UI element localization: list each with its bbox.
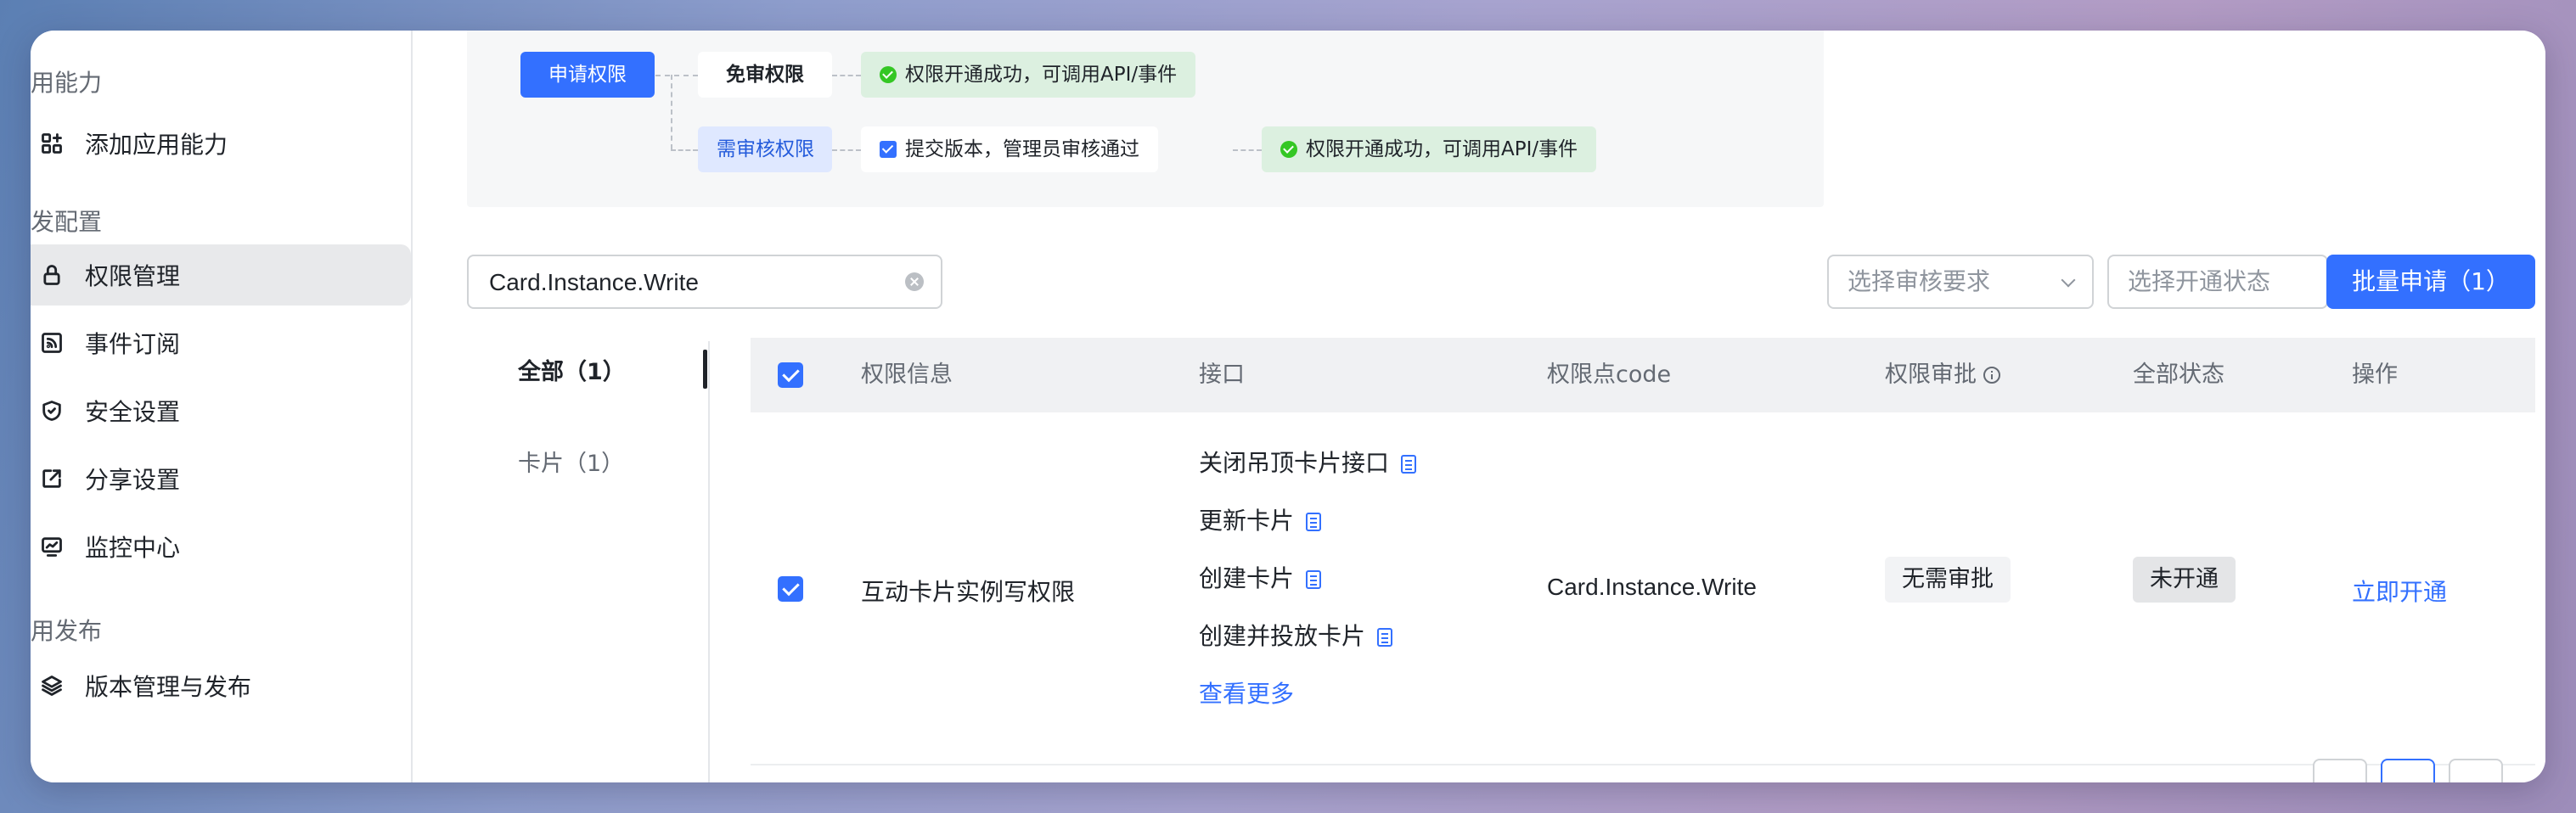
sidebar-item-event-subscription[interactable]: 事件订阅	[31, 312, 411, 373]
sidebar-item-label: 事件订阅	[85, 330, 181, 358]
sidebar-item-security[interactable]: 安全设置	[31, 380, 411, 441]
select-all-checkbox[interactable]	[778, 362, 803, 388]
flow-connector	[655, 75, 698, 76]
doc-icon[interactable]	[1306, 513, 1322, 531]
sidebar: 用能力 添加应用能力 发配置 权限管理 事件订阅 安全设置 分享设置 监控中心 …	[31, 31, 413, 782]
pagination-next[interactable]	[2449, 759, 2503, 782]
sidebar-item-monitoring[interactable]: 监控中心	[31, 516, 411, 577]
flow-connector	[671, 75, 672, 149]
search-input[interactable]	[487, 256, 890, 309]
flow-success-text: 权限开通成功，可调用API/事件	[905, 64, 1178, 86]
api-item: 创建并投放卡片	[1199, 618, 1393, 652]
permission-flow-diagram: 申请权限 免审权限 权限开通成功，可调用API/事件 需审核权限 提交版本，管理…	[467, 31, 1824, 207]
permission-name: 互动卡片实例写权限	[861, 578, 1076, 606]
sidebar-item-permissions[interactable]: 权限管理	[31, 244, 411, 306]
api-name: 关闭吊顶卡片接口	[1199, 449, 1390, 477]
sidebar-item-version-release[interactable]: 版本管理与发布	[31, 655, 411, 716]
category-active-indicator	[703, 350, 707, 389]
approval-tag: 无需审批	[1885, 557, 2011, 603]
api-item: 创建卡片	[1199, 560, 1322, 594]
status-select[interactable]: 选择开通状态	[2107, 255, 2328, 309]
flow-connector	[1233, 149, 1262, 151]
batch-apply-button[interactable]: 批量申请（1）	[2326, 255, 2535, 309]
category-all[interactable]: 全部（1）	[518, 353, 626, 386]
doc-icon[interactable]	[1401, 455, 1417, 474]
column-header-approval: 权限审批	[1885, 338, 2000, 412]
activate-now-link[interactable]: 立即开通	[2352, 574, 2447, 608]
checkbox-icon	[880, 141, 897, 158]
sidebar-item-label: 监控中心	[85, 534, 181, 562]
search-box	[467, 255, 942, 309]
main-content: 申请权限 免审权限 权限开通成功，可调用API/事件 需审核权限 提交版本，管理…	[440, 31, 2545, 782]
api-name: 创建卡片	[1199, 564, 1295, 592]
sidebar-item-label: 权限管理	[85, 262, 181, 290]
api-name: 创建并投放卡片	[1199, 622, 1366, 650]
sidebar-item-label: 安全设置	[85, 398, 181, 426]
column-header-permission-info: 权限信息	[861, 362, 953, 388]
category-card[interactable]: 卡片（1）	[518, 445, 624, 478]
flow-node-need-review: 需审核权限	[698, 126, 832, 172]
check-circle-icon	[880, 66, 897, 83]
select-placeholder: 选择开通状态	[2128, 267, 2271, 295]
flow-node-no-review: 免审权限	[698, 52, 832, 98]
select-placeholder: 选择审核要求	[1848, 267, 1991, 295]
pagination-prev[interactable]	[2313, 759, 2367, 782]
flow-node-success-1: 权限开通成功，可调用API/事件	[861, 52, 1196, 98]
permission-code: Card.Instance.Write	[1547, 574, 1757, 600]
clear-icon[interactable]	[905, 272, 924, 291]
app-grid-plus-icon	[39, 131, 65, 156]
rss-icon	[39, 330, 65, 356]
sidebar-item-label: 添加应用能力	[85, 131, 228, 159]
flow-connector	[832, 75, 861, 76]
sidebar-group-capabilities: 用能力	[31, 69, 103, 97]
lock-icon	[39, 262, 65, 288]
column-header-code: 权限点code	[1547, 362, 1672, 388]
app-window: 用能力 添加应用能力 发配置 权限管理 事件订阅 安全设置 分享设置 监控中心 …	[31, 31, 2545, 782]
sidebar-item-label: 分享设置	[85, 466, 181, 494]
share-external-icon	[39, 466, 65, 491]
review-requirement-select[interactable]: 选择审核要求	[1827, 255, 2094, 309]
row-checkbox[interactable]	[778, 576, 803, 602]
category-divider	[708, 341, 710, 782]
view-more-link[interactable]: 查看更多	[1199, 676, 1294, 709]
pagination-page[interactable]	[2381, 759, 2435, 782]
shield-icon	[39, 398, 65, 423]
flow-node-success-2: 权限开通成功，可调用API/事件	[1262, 126, 1597, 172]
monitor-chart-icon	[39, 534, 65, 559]
api-item: 关闭吊顶卡片接口	[1199, 445, 1417, 479]
sidebar-item-share-settings[interactable]: 分享设置	[31, 448, 411, 509]
flow-submit-text: 提交版本，管理员审核通过	[905, 138, 1139, 160]
flow-node-apply: 申请权限	[520, 52, 655, 98]
flow-connector	[671, 149, 698, 151]
sidebar-item-label: 版本管理与发布	[85, 673, 252, 701]
chevron-down-icon	[2061, 272, 2076, 288]
column-header-api: 接口	[1199, 362, 1245, 388]
api-name: 更新卡片	[1199, 507, 1295, 535]
info-icon[interactable]	[1983, 367, 2000, 384]
column-header-action: 操作	[2352, 362, 2398, 388]
sidebar-group-release: 用发布	[31, 617, 103, 645]
api-item: 更新卡片	[1199, 502, 1322, 536]
table-row: 互动卡片实例写权限 关闭吊顶卡片接口 更新卡片 创建卡片 创建并投放卡片 查看更…	[751, 412, 2535, 765]
column-header-status: 全部状态	[2133, 362, 2224, 388]
sidebar-group-dev-config: 发配置	[31, 208, 103, 236]
column-header-label: 权限审批	[1885, 362, 1977, 388]
flow-connector	[832, 149, 861, 151]
doc-icon[interactable]	[1306, 570, 1322, 589]
status-badge: 未开通	[2133, 557, 2236, 603]
flow-node-submit: 提交版本，管理员审核通过	[861, 126, 1158, 172]
sidebar-item-add-capability[interactable]: 添加应用能力	[31, 113, 411, 174]
flow-success-text: 权限开通成功，可调用API/事件	[1306, 138, 1578, 160]
check-circle-icon	[1280, 141, 1297, 158]
table-header: 权限信息 接口 权限点code 权限审批 全部状态 操作	[751, 338, 2535, 412]
doc-icon[interactable]	[1377, 628, 1393, 647]
layers-icon	[39, 673, 65, 698]
